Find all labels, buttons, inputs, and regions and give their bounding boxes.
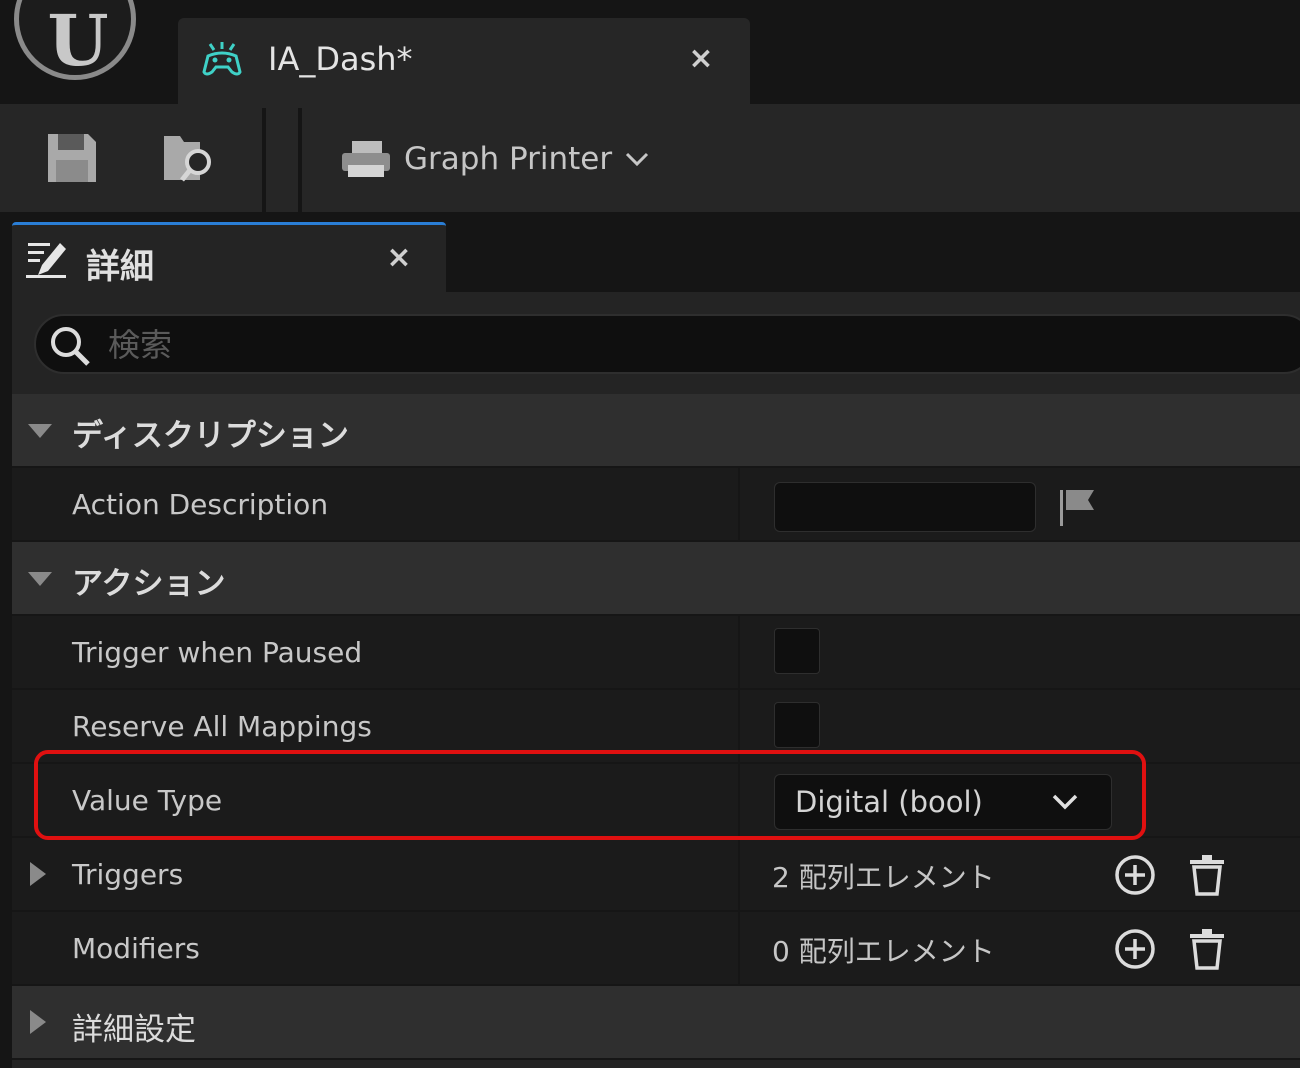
property-row-action-description: Action Description bbox=[12, 468, 1300, 542]
add-element-icon[interactable] bbox=[1112, 852, 1158, 898]
category-label: アクション bbox=[72, 566, 226, 602]
tab-title: IA_Dash* bbox=[268, 40, 413, 78]
chevron-down-icon bbox=[626, 152, 649, 167]
column-splitter[interactable] bbox=[738, 468, 740, 540]
details-panel: ディスクリプション Action Description アクション Trigg… bbox=[12, 292, 1300, 1068]
toolbar-separator bbox=[262, 108, 266, 212]
value-type-selected: Digital (bool) bbox=[795, 785, 983, 819]
trigger-when-paused-checkbox[interactable] bbox=[774, 628, 820, 674]
category-action[interactable]: アクション bbox=[12, 542, 1300, 616]
property-row-modifiers: Modifiers 0 配列エレメント bbox=[12, 912, 1300, 986]
localization-flag-icon[interactable] bbox=[1056, 486, 1100, 530]
column-splitter[interactable] bbox=[738, 690, 740, 762]
delete-trash-icon[interactable] bbox=[1184, 852, 1230, 898]
category-description[interactable]: ディスクリプション bbox=[12, 394, 1300, 468]
details-tab-close-icon[interactable]: × bbox=[384, 243, 414, 273]
tab-close-icon[interactable]: × bbox=[686, 44, 716, 74]
category-label: ディスクリプション bbox=[72, 418, 349, 454]
search-box[interactable] bbox=[34, 314, 1300, 374]
add-element-icon[interactable] bbox=[1112, 926, 1158, 972]
search-icon bbox=[51, 327, 90, 366]
save-icon[interactable] bbox=[44, 130, 100, 186]
value-type-dropdown[interactable]: Digital (bool) bbox=[774, 774, 1112, 830]
array-element-count: 2 配列エレメント bbox=[772, 861, 995, 894]
category-label: 詳細設定 bbox=[72, 1012, 196, 1048]
column-splitter[interactable] bbox=[738, 838, 740, 910]
toolbar-separator bbox=[298, 108, 302, 212]
property-label: Modifiers bbox=[72, 932, 200, 965]
column-splitter[interactable] bbox=[738, 616, 740, 688]
graph-printer-label: Graph Printer bbox=[404, 141, 613, 177]
expand-arrow-right-icon[interactable] bbox=[26, 860, 50, 888]
printer-icon bbox=[342, 141, 390, 177]
property-label: Reserve All Mappings bbox=[72, 710, 372, 743]
array-element-count: 0 配列エレメント bbox=[772, 935, 995, 968]
delete-trash-icon[interactable] bbox=[1184, 926, 1230, 972]
toolbar: Graph Printer bbox=[0, 104, 1300, 212]
expand-arrow-down-icon[interactable] bbox=[26, 420, 54, 440]
category-advanced[interactable]: 詳細設定 bbox=[12, 986, 1300, 1060]
property-label: Value Type bbox=[72, 784, 223, 817]
property-row-trigger-when-paused: Trigger when Paused bbox=[12, 616, 1300, 690]
title-bar: U IA_Dash* × bbox=[0, 0, 1300, 104]
expand-arrow-right-icon[interactable] bbox=[26, 1008, 50, 1036]
edit-details-icon bbox=[26, 243, 66, 278]
property-row-triggers: Triggers 2 配列エレメント bbox=[12, 838, 1300, 912]
browse-asset-icon[interactable] bbox=[162, 130, 218, 186]
search-input[interactable] bbox=[108, 322, 1008, 368]
property-label: Action Description bbox=[72, 488, 329, 521]
chevron-down-icon bbox=[1052, 794, 1078, 810]
logo-letter: U bbox=[47, 0, 108, 82]
column-splitter[interactable] bbox=[738, 912, 740, 984]
unreal-logo-icon[interactable]: U bbox=[14, 0, 136, 82]
property-label: Trigger when Paused bbox=[72, 636, 363, 669]
reserve-all-mappings-checkbox[interactable] bbox=[774, 702, 820, 748]
action-description-field[interactable] bbox=[774, 482, 1036, 532]
input-action-icon bbox=[202, 42, 242, 76]
property-row-reserve-all-mappings: Reserve All Mappings bbox=[12, 690, 1300, 764]
details-tab[interactable]: 詳細 × bbox=[12, 222, 446, 294]
property-row-value-type: Value Type Digital (bool) bbox=[12, 764, 1300, 838]
column-splitter[interactable] bbox=[738, 764, 740, 836]
document-tab[interactable]: IA_Dash* × bbox=[178, 18, 750, 104]
graph-printer-button[interactable]: Graph Printer bbox=[340, 134, 650, 184]
property-label: Triggers bbox=[72, 858, 184, 891]
details-tab-title: 詳細 bbox=[86, 247, 154, 287]
expand-arrow-down-icon[interactable] bbox=[26, 568, 54, 588]
